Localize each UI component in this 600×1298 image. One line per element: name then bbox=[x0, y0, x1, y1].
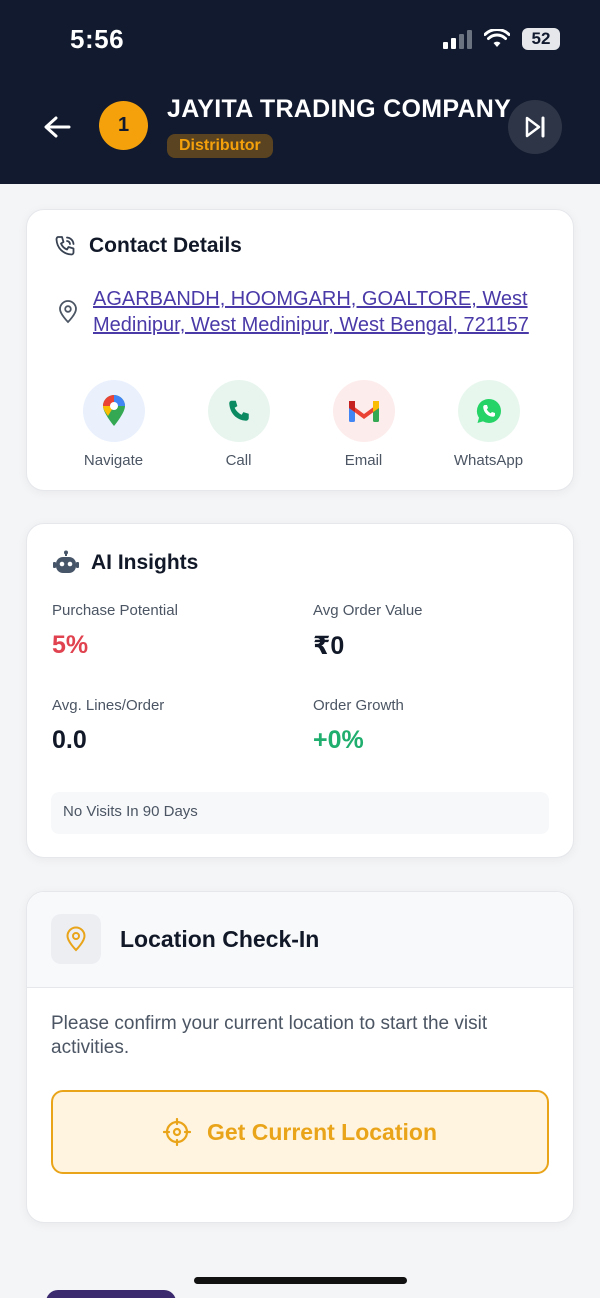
whatsapp-button[interactable] bbox=[457, 380, 520, 442]
navigate-action[interactable]: Navigate bbox=[51, 380, 176, 469]
rank-badge: 1 bbox=[99, 101, 148, 150]
address-row: AGARBANDH, HOOMGARH, GOALTORE, West Medi… bbox=[57, 286, 583, 338]
contact-title: Contact Details bbox=[89, 234, 242, 257]
call-button[interactable] bbox=[207, 380, 270, 442]
purchase-potential-value: 5% bbox=[52, 631, 89, 659]
gmail-icon bbox=[348, 401, 379, 422]
contact-actions: Navigate Call Email WhatsApp bbox=[27, 380, 575, 469]
arrow-left-icon bbox=[44, 116, 71, 138]
whatsapp-action[interactable]: WhatsApp bbox=[426, 380, 551, 469]
order-growth-value: +0% bbox=[313, 726, 364, 754]
purchase-potential-label: Purchase Potential bbox=[52, 602, 178, 619]
call-action[interactable]: Call bbox=[176, 380, 301, 469]
app-header: 5:56 52 1 JAYITA TRADING COMPANY Distrib… bbox=[0, 0, 600, 184]
status-icons: 52 bbox=[443, 28, 560, 50]
avg-order-value: ₹0 bbox=[313, 632, 345, 660]
navigate-label: Navigate bbox=[83, 452, 144, 469]
address-link[interactable]: AGARBANDH, HOOMGARH, GOALTORE, West Medi… bbox=[93, 286, 583, 338]
order-growth-label: Order Growth bbox=[313, 697, 404, 714]
checkin-header: Location Check-In bbox=[27, 892, 573, 988]
checkin-icon-box bbox=[51, 914, 101, 964]
robot-icon bbox=[53, 550, 79, 573]
email-action[interactable]: Email bbox=[301, 380, 426, 469]
email-button[interactable] bbox=[332, 380, 395, 442]
location-checkin-card: Location Check-In Please confirm your cu… bbox=[26, 891, 574, 1223]
wifi-icon bbox=[484, 29, 510, 47]
phone-icon bbox=[228, 400, 249, 421]
cellular-signal-icon bbox=[443, 29, 472, 49]
status-time: 5:56 bbox=[70, 24, 125, 54]
google-maps-pin-icon bbox=[102, 395, 125, 426]
checkin-description: Please confirm your current location to … bbox=[51, 1013, 488, 1058]
company-name: JAYITA TRADING COMPANY bbox=[167, 95, 512, 123]
ai-insights-card: AI Insights Purchase Potential 5% Avg Or… bbox=[26, 523, 574, 858]
visits-note: No Visits In 90 Days bbox=[51, 792, 549, 834]
get-current-location-button[interactable]: Get Current Location bbox=[51, 1090, 549, 1174]
avg-lines-value: 0.0 bbox=[52, 726, 87, 754]
phone-outline-icon bbox=[55, 236, 75, 256]
crosshair-icon bbox=[162, 1118, 191, 1146]
skip-next-icon bbox=[525, 116, 545, 138]
call-label: Call bbox=[225, 452, 252, 469]
back-button[interactable] bbox=[40, 110, 74, 144]
whatsapp-icon bbox=[476, 398, 501, 423]
next-section-peek bbox=[46, 1290, 176, 1298]
battery-icon: 52 bbox=[522, 28, 560, 50]
contact-details-card: Contact Details AGARBANDH, HOOMGARH, GOA… bbox=[26, 209, 574, 491]
navigate-button[interactable] bbox=[82, 380, 145, 442]
get-current-location-label: Get Current Location bbox=[206, 1118, 437, 1145]
contact-title-row: Contact Details bbox=[53, 234, 242, 258]
role-badge: Distributor bbox=[167, 134, 273, 158]
location-pin-icon bbox=[59, 300, 77, 324]
avg-lines-label: Avg. Lines/Order bbox=[52, 697, 165, 714]
insights-title-row: AI Insights bbox=[53, 550, 198, 576]
home-indicator bbox=[194, 1277, 407, 1284]
location-pin-icon bbox=[66, 926, 86, 952]
insights-title: AI Insights bbox=[91, 551, 199, 574]
whatsapp-label: WhatsApp bbox=[453, 452, 524, 469]
email-label: Email bbox=[344, 452, 383, 469]
avg-order-value-label: Avg Order Value bbox=[313, 602, 423, 619]
skip-button[interactable] bbox=[508, 100, 562, 154]
checkin-title: Location Check-In bbox=[120, 926, 320, 952]
